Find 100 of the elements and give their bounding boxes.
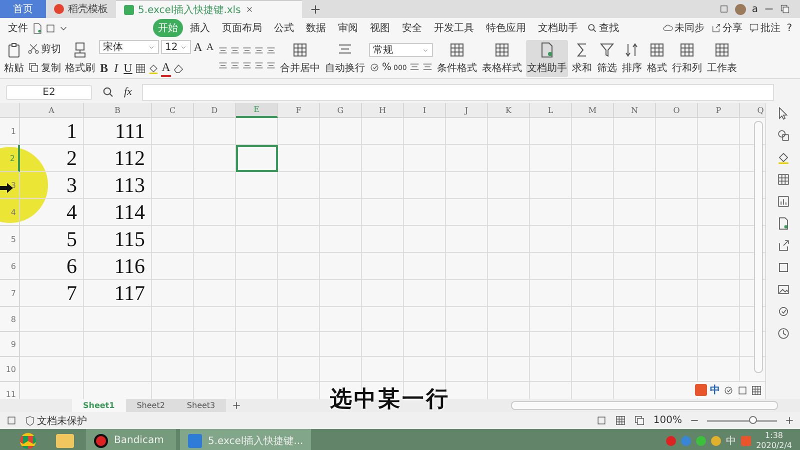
ribbon-tab[interactable]: 页面布局 [217,19,267,37]
ribbon-tab[interactable]: 文档助手 [533,19,583,37]
align-icon[interactable] [218,46,228,56]
sum-button[interactable]: 求和 [571,40,593,76]
ime-mode[interactable]: 中 [710,383,720,397]
conditional-format-button[interactable]: 条件格式 [436,40,478,76]
save-icon[interactable] [32,22,43,34]
number-format-field[interactable]: 常规 [369,43,433,57]
sheet-tab[interactable]: Sheet3 [176,399,226,412]
shrink-font-button[interactable]: A [205,42,215,52]
vertical-scrollbar[interactable] [754,121,764,373]
font-color-button[interactable]: A [161,60,171,76]
window-icon[interactable] [718,4,729,14]
circle-icon[interactable] [776,305,790,318]
row-header[interactable]: 10 [0,357,20,382]
align-icon[interactable] [266,46,276,56]
browser-icon[interactable] [20,432,36,448]
align-icon[interactable] [254,46,264,56]
column-header[interactable]: J [446,103,488,118]
ribbon-tab[interactable]: 数据 [301,19,331,37]
column-header[interactable]: F [278,103,320,118]
record-icon[interactable] [94,434,108,448]
search-button[interactable]: 查找 [585,21,621,35]
doc-assistant-button[interactable]: 文档助手 [526,40,568,76]
column-header[interactable]: I [404,103,446,118]
column-header[interactable]: P [698,103,740,118]
column-header[interactable]: B [84,103,152,118]
folder-icon[interactable] [56,434,74,448]
share-icon[interactable] [710,23,721,33]
border-icon[interactable] [135,62,146,74]
italic-button[interactable]: I [111,60,121,76]
document-tab[interactable]: 首页 [0,0,46,18]
merge-center-button[interactable]: 合并居中 [279,40,321,76]
font-size-field[interactable]: 12 [161,40,191,54]
window-icon[interactable] [776,261,790,274]
bold-button[interactable]: B [99,60,109,76]
zoom-in-icon[interactable] [785,416,794,425]
percent-button[interactable]: % [382,62,392,73]
column-header[interactable]: K [488,103,530,118]
sort-button[interactable]: 排序 [621,40,643,76]
function-button[interactable]: fx [124,86,132,98]
ribbon-tab[interactable]: 安全 [397,19,427,37]
status-icon[interactable] [6,415,17,426]
column-header[interactable]: N [614,103,656,118]
ribbon-tab[interactable]: 开发工具 [429,19,479,37]
font-field[interactable]: 宋体 [99,40,159,54]
ime-logo-icon[interactable] [695,384,708,396]
sheet-tab[interactable]: Sheet2 [126,399,176,412]
shapes-icon[interactable] [776,129,790,142]
clock[interactable]: 1:38 2020/2/4 [756,430,792,450]
close-icon[interactable] [244,5,254,14]
align-icon[interactable] [230,60,240,70]
format-painter-button[interactable]: 格式刷 [64,40,96,76]
ribbon-tab[interactable]: 特色应用 [481,19,531,37]
image-icon[interactable] [776,283,790,296]
file-menu[interactable]: 文件 [6,21,30,35]
align-icon[interactable] [230,46,240,56]
format-button[interactable]: 格式 [646,40,668,76]
ribbon-tab[interactable]: 插入 [185,19,215,37]
comment-button[interactable]: 批注 [746,21,783,35]
clock-icon[interactable] [776,327,790,340]
fill-icon[interactable] [776,151,790,164]
column-header[interactable]: G [320,103,362,118]
ribbon-tab[interactable]: 公式 [269,19,299,37]
chart-icon[interactable] [776,195,790,208]
zoom-slider-thumb[interactable] [748,416,756,424]
row-header[interactable]: 7 [0,280,20,307]
row-header[interactable]: 1 [0,118,20,145]
share-button[interactable]: 分享 [708,21,745,35]
column-header[interactable]: M [572,103,614,118]
new-tab-plus-icon[interactable] [310,4,321,14]
zoom-level[interactable]: 100% [653,415,682,426]
align-icon[interactable] [218,60,228,70]
row-header[interactable]: 8 [0,307,20,332]
row-header[interactable]: 9 [0,332,20,357]
fill-color-icon[interactable] [148,62,159,74]
sync-button[interactable]: 未同步 [660,21,707,35]
page-view-icon[interactable] [634,415,646,426]
normal-view-icon[interactable] [615,415,626,426]
avatar[interactable] [734,4,746,14]
add-sheet-plus-icon[interactable] [232,401,242,410]
name-box[interactable]: E2 [6,84,92,100]
help-button[interactable]: ? [784,22,794,34]
column-header[interactable]: H [362,103,404,118]
align-icon[interactable] [254,60,264,70]
column-header[interactable]: A [20,103,84,118]
search-icon[interactable] [587,23,597,33]
tray-ime[interactable]: 中 [726,434,736,448]
cut-button[interactable]: 剪切 [28,42,61,56]
align-icon[interactable] [242,46,252,56]
restore-icon[interactable] [780,4,790,14]
share-icon[interactable] [776,239,790,252]
cursor-icon[interactable] [776,107,790,120]
horizontal-scrollbar[interactable] [511,401,778,410]
document-icon[interactable] [776,217,790,230]
align-icon[interactable] [266,60,276,70]
worksheet-button[interactable]: 工作表 [706,40,738,76]
eraser-icon[interactable] [173,62,184,74]
wrap-text-button[interactable]: 自动换行 [324,40,366,76]
copy-button[interactable]: 复制 [28,60,61,74]
